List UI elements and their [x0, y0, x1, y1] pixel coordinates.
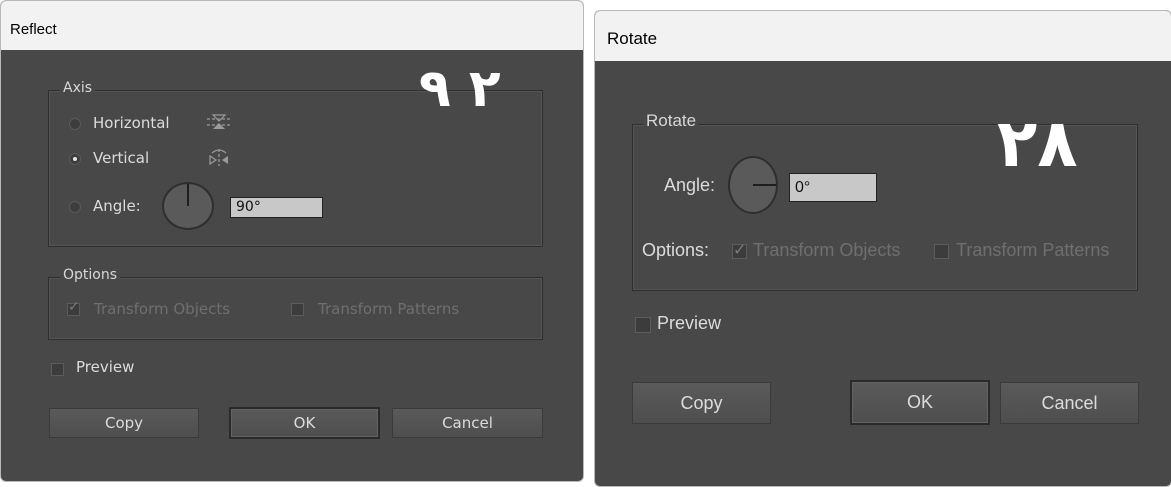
rotate-transform-patterns-checkbox[interactable]: [934, 244, 949, 259]
rotate-angle-input[interactable]: 0°: [789, 173, 877, 202]
rotate-transform-patterns-label[interactable]: Transform Patterns: [956, 240, 1109, 261]
rotate-angle-label: Angle:: [664, 175, 716, 195]
rotate-cancel-button[interactable]: Cancel: [1000, 382, 1139, 424]
cancel-button[interactable]: Cancel: [392, 408, 543, 438]
ok-button[interactable]: OK: [229, 407, 380, 439]
axis-legend: Axis: [60, 80, 96, 96]
horizontal-radio[interactable]: [69, 118, 81, 130]
rotate-transform-objects-label[interactable]: Transform Objects: [753, 240, 900, 261]
reflect-angle-input[interactable]: 90°: [230, 197, 323, 218]
rotate-ok-button[interactable]: OK: [850, 380, 990, 425]
transform-patterns-label[interactable]: Transform Patterns: [318, 300, 459, 318]
preview-label[interactable]: Preview: [76, 358, 134, 376]
rotate-title: Rotate: [607, 29, 658, 48]
vertical-radio[interactable]: [69, 153, 81, 165]
transform-objects-label[interactable]: Transform Objects: [94, 300, 230, 318]
rotate-angle-dial[interactable]: [728, 156, 778, 214]
rotate-transform-objects-checkbox[interactable]: ✓: [732, 240, 747, 259]
transform-patterns-checkbox[interactable]: [291, 303, 304, 316]
rotate-copy-button[interactable]: Copy: [632, 382, 771, 424]
vertical-label[interactable]: Vertical: [93, 149, 149, 167]
reflect-horizontal-icon: [207, 114, 231, 129]
angle-dial[interactable]: [162, 182, 214, 230]
angle-radio[interactable]: [69, 201, 81, 213]
copy-button[interactable]: Copy: [49, 408, 199, 438]
reflect-dialog: Reflect Axis ٢ ٩ Horizontal Vertical Ang…: [0, 0, 584, 482]
reflect-number-label: ٢ ٩: [419, 59, 501, 119]
checkmark-icon: ✓: [68, 299, 80, 315]
rotate-preview-label[interactable]: Preview: [657, 313, 721, 334]
checkmark-icon: ✓: [733, 240, 747, 259]
reflect-title-bar[interactable]: Reflect: [1, 1, 583, 50]
options-legend: Options: [60, 267, 121, 283]
rotate-preview-checkbox[interactable]: [635, 317, 651, 333]
preview-checkbox[interactable]: [51, 363, 64, 376]
angle-label: Angle:: [93, 197, 141, 215]
transform-objects-checkbox[interactable]: ✓: [67, 299, 80, 316]
horizontal-label[interactable]: Horizontal: [93, 114, 170, 132]
rotate-dialog: Rotate Rotate ٢٨ Angle: 0° Options: ✓ Tr…: [594, 10, 1171, 487]
reflect-title: Reflect: [10, 21, 57, 38]
rotate-legend: Rotate: [643, 111, 700, 131]
options-label: Options:: [642, 240, 710, 260]
rotate-title-bar[interactable]: Rotate: [595, 11, 1171, 61]
rotate-number-label: ٢٨: [997, 105, 1078, 182]
reflect-vertical-icon: [209, 149, 228, 166]
